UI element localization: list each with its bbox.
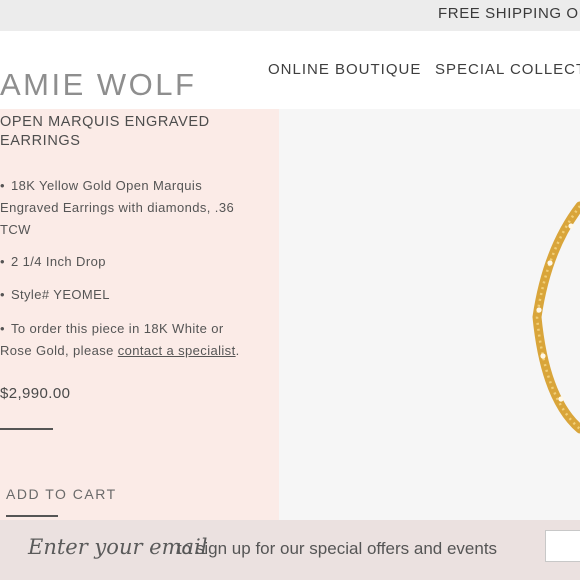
nav-online-boutique[interactable]: ONLINE BOUTIQUE (268, 61, 421, 78)
contact-specialist-link[interactable]: contact a specialist (118, 343, 236, 358)
site-logo[interactable]: AMIE WOLF (0, 67, 196, 103)
add-to-cart-underline (6, 515, 58, 517)
signup-text: to sign up for our special offers and ev… (177, 539, 498, 558)
diamond (540, 353, 546, 359)
promo-bar: FREE SHIPPING ON U (0, 0, 580, 31)
earring-image (532, 201, 580, 434)
bullet-style: • Style# YEOMEL (0, 284, 250, 306)
bullet-dot: • (0, 254, 5, 269)
bullet-dot: • (0, 178, 5, 193)
email-signup-bar: Enter your email to sign up for our spec… (0, 520, 580, 580)
bullet-description-text: 18K Yellow Gold Open Marquis Engraved Ea… (0, 178, 235, 237)
diamond (558, 396, 564, 402)
price-divider (0, 428, 53, 430)
diamond (547, 260, 553, 266)
product-info-panel: OPEN MARQUIS ENGRAVED EARRINGS • 18K Yell… (0, 109, 279, 520)
bullet-dot: • (0, 321, 5, 336)
bullet-description: • 18K Yellow Gold Open Marquis Engraved E… (0, 175, 250, 241)
add-to-cart-button[interactable]: ADD TO CART (6, 486, 117, 502)
site-header: AMIE WOLF ONLINE BOUTIQUE SPECIAL COLLEC… (0, 31, 580, 109)
product-title: OPEN MARQUIS ENGRAVED EARRINGS (0, 114, 210, 149)
product-price: $2,990.00 (0, 385, 71, 402)
diamond (568, 223, 574, 229)
bullet-order-info: • To order this piece in 18K White or Ros… (0, 318, 250, 362)
earring-outer-band (532, 201, 580, 434)
product-image[interactable] (279, 109, 580, 520)
promo-text: FREE SHIPPING ON U (438, 5, 580, 22)
nav-special-collections[interactable]: SPECIAL COLLECT (435, 61, 580, 78)
product-page: FREE SHIPPING ON U AMIE WOLF ONLINE BOUT… (0, 0, 580, 580)
bullet-drop-text: 2 1/4 Inch Drop (10, 254, 106, 269)
bullet-style-text: Style# YEOMEL (10, 287, 110, 302)
email-input[interactable] (545, 530, 580, 562)
bullet-dot: • (0, 287, 5, 302)
order-info-suffix: . (235, 343, 240, 358)
bullet-drop: • 2 1/4 Inch Drop (0, 251, 250, 273)
diamond (536, 307, 542, 313)
